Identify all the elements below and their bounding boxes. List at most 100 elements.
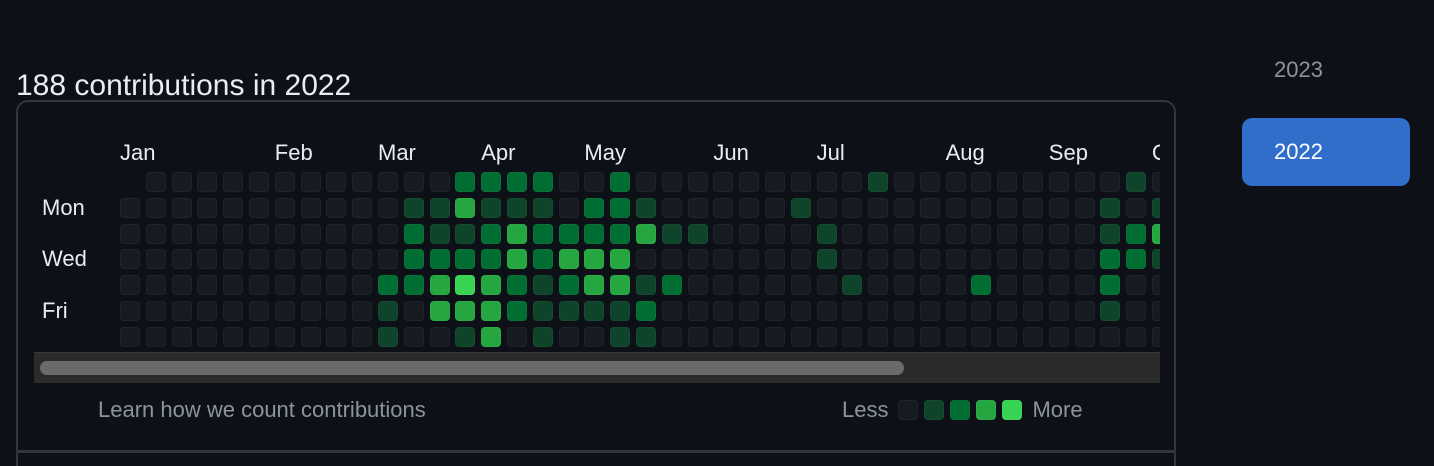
contribution-day-cell[interactable] [610, 301, 631, 321]
contribution-day-cell[interactable] [997, 223, 1018, 244]
contribution-day-cell[interactable] [816, 249, 837, 270]
contribution-day-cell[interactable] [145, 172, 166, 192]
contribution-day-cell[interactable] [326, 223, 347, 244]
contribution-day-cell[interactable] [274, 326, 295, 347]
contribution-day-cell[interactable] [1152, 275, 1160, 296]
contribution-day-cell[interactable] [584, 301, 605, 321]
contribution-day-cell[interactable] [661, 301, 682, 321]
contribution-day-cell[interactable] [661, 326, 682, 347]
contribution-day-cell[interactable] [1023, 275, 1043, 296]
contribution-day-cell[interactable] [1126, 326, 1147, 347]
contribution-day-cell[interactable] [919, 326, 940, 347]
contribution-day-cell[interactable] [532, 301, 553, 321]
contribution-day-cell[interactable] [1100, 326, 1121, 347]
contribution-day-cell[interactable] [1074, 326, 1095, 347]
contribution-day-cell[interactable] [197, 249, 218, 270]
contribution-day-cell[interactable] [455, 223, 476, 244]
contribution-day-cell[interactable] [919, 197, 940, 218]
contribution-day-cell[interactable] [481, 275, 502, 296]
contribution-day-cell[interactable] [455, 301, 476, 321]
contribution-day-cell[interactable] [713, 301, 734, 321]
contribution-day-cell[interactable] [687, 172, 708, 192]
contribution-day-cell[interactable] [739, 249, 760, 270]
contribution-day-cell[interactable] [945, 249, 966, 270]
contribution-day-cell[interactable] [300, 172, 321, 192]
contribution-day-cell[interactable] [197, 223, 218, 244]
contribution-day-cell[interactable] [687, 197, 708, 218]
contribution-day-cell[interactable] [1126, 172, 1147, 192]
contribution-day-cell[interactable] [429, 301, 450, 321]
contribution-day-cell[interactable] [249, 223, 269, 244]
contribution-day-cell[interactable] [1126, 275, 1147, 296]
contribution-day-cell[interactable] [894, 249, 914, 270]
contribution-day-cell[interactable] [532, 326, 553, 347]
scrollbar-thumb[interactable] [40, 361, 904, 375]
contribution-day-cell[interactable] [197, 172, 218, 192]
contribution-day-cell[interactable] [429, 223, 450, 244]
contribution-day-cell[interactable] [765, 301, 785, 321]
contribution-day-cell[interactable] [429, 197, 450, 218]
contribution-day-cell[interactable] [300, 223, 321, 244]
contribution-day-cell[interactable] [481, 172, 502, 192]
contribution-day-cell[interactable] [507, 326, 527, 347]
contribution-day-cell[interactable] [378, 249, 398, 270]
contribution-day-cell[interactable] [919, 275, 940, 296]
contribution-day-cell[interactable] [274, 197, 295, 218]
contribution-day-cell[interactable] [997, 197, 1018, 218]
contribution-day-cell[interactable] [971, 197, 992, 218]
contribution-day-cell[interactable] [403, 172, 424, 192]
contribution-day-cell[interactable] [171, 301, 192, 321]
contribution-day-cell[interactable] [765, 326, 785, 347]
contribution-day-cell[interactable] [378, 197, 398, 218]
contribution-day-cell[interactable] [661, 172, 682, 192]
contribution-day-cell[interactable] [223, 275, 244, 296]
contribution-day-cell[interactable] [378, 326, 398, 347]
contribution-day-cell[interactable] [532, 223, 553, 244]
contribution-day-cell[interactable] [481, 326, 502, 347]
contribution-day-cell[interactable] [455, 326, 476, 347]
contribution-day-cell[interactable] [403, 223, 424, 244]
contribution-day-cell[interactable] [713, 223, 734, 244]
contribution-day-cell[interactable] [868, 326, 889, 347]
contribution-day-cell[interactable] [274, 275, 295, 296]
contribution-day-cell[interactable] [584, 172, 605, 192]
contribution-day-cell[interactable] [300, 197, 321, 218]
contribution-day-cell[interactable] [790, 301, 811, 321]
contribution-day-cell[interactable] [713, 172, 734, 192]
contribution-day-cell[interactable] [816, 326, 837, 347]
contribution-day-cell[interactable] [636, 275, 656, 296]
contribution-day-cell[interactable] [249, 301, 269, 321]
contribution-day-cell[interactable] [816, 301, 837, 321]
contribution-day-cell[interactable] [1100, 301, 1121, 321]
contribution-day-cell[interactable] [1074, 249, 1095, 270]
contribution-day-cell[interactable] [868, 223, 889, 244]
contribution-day-cell[interactable] [790, 197, 811, 218]
contribution-day-cell[interactable] [1100, 275, 1121, 296]
contribution-day-cell[interactable] [636, 197, 656, 218]
contribution-day-cell[interactable] [1048, 197, 1069, 218]
contribution-day-cell[interactable] [739, 275, 760, 296]
contribution-day-cell[interactable] [1152, 249, 1160, 270]
contribution-day-cell[interactable] [971, 275, 992, 296]
contribution-day-cell[interactable] [610, 249, 631, 270]
contribution-day-cell[interactable] [945, 172, 966, 192]
contribution-day-cell[interactable] [1152, 197, 1160, 218]
contribution-day-cell[interactable] [739, 223, 760, 244]
contribution-day-cell[interactable] [120, 249, 140, 270]
contribution-day-cell[interactable] [455, 172, 476, 192]
contribution-day-cell[interactable] [868, 301, 889, 321]
contribution-day-cell[interactable] [1048, 249, 1069, 270]
contribution-day-cell[interactable] [223, 223, 244, 244]
contribution-day-cell[interactable] [507, 223, 527, 244]
contribution-day-cell[interactable] [378, 172, 398, 192]
contribution-day-cell[interactable] [971, 223, 992, 244]
contribution-day-cell[interactable] [919, 249, 940, 270]
contribution-day-cell[interactable] [945, 197, 966, 218]
contribution-day-cell[interactable] [326, 197, 347, 218]
contribution-day-cell[interactable] [790, 275, 811, 296]
contribution-day-cell[interactable] [997, 275, 1018, 296]
contribution-day-cell[interactable] [532, 249, 553, 270]
contribution-day-cell[interactable] [507, 197, 527, 218]
contribution-day-cell[interactable] [223, 301, 244, 321]
contribution-day-cell[interactable] [1048, 275, 1069, 296]
